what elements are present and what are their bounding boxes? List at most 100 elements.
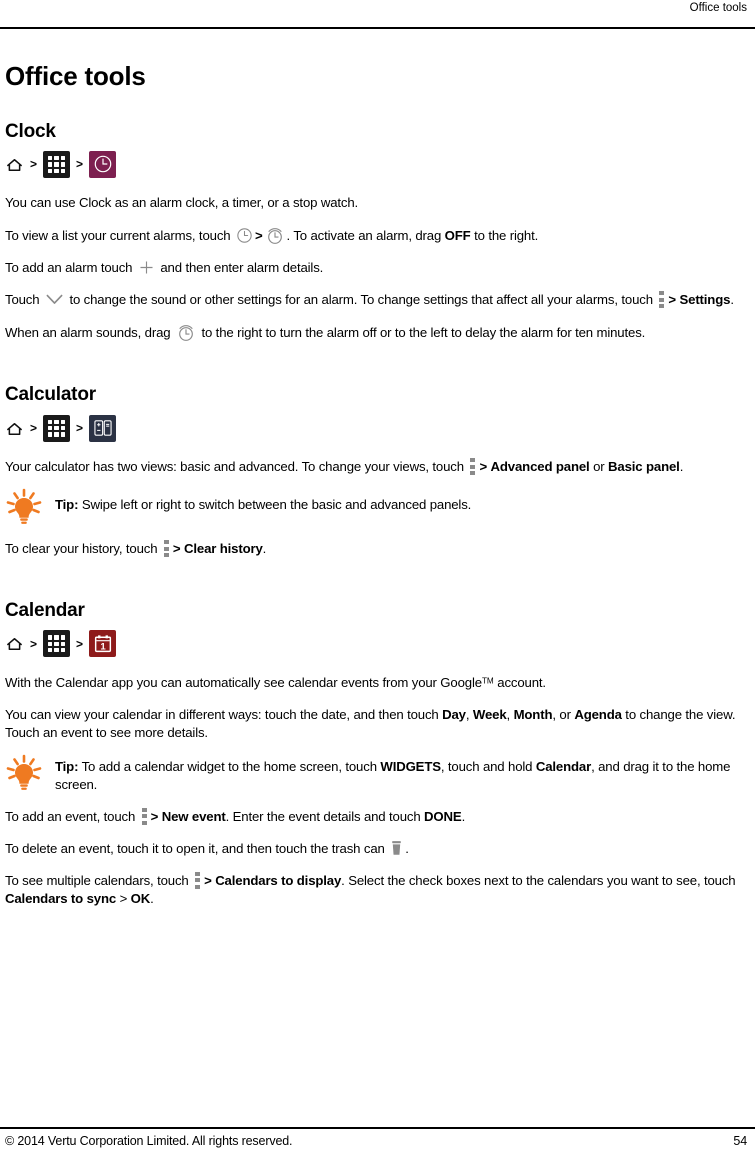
calculator-paragraph-2: To clear your history, touch > Clear his… xyxy=(5,540,750,558)
section-title-clock: Clock xyxy=(5,120,56,142)
cal-p5-bold-calendars-to-display: Calendars to display xyxy=(215,872,342,888)
section-title-calendar: Calendar xyxy=(5,600,85,622)
apps-grid-dots xyxy=(48,419,66,437)
overflow-menu-icon xyxy=(470,458,476,476)
cal-p5-text-a: To see multiple calendars, touch xyxy=(5,872,193,888)
cal-p5-text-b: . Select the check boxes next to the cal… xyxy=(341,872,736,888)
cal-p3-bold-new-event: New event xyxy=(161,808,226,824)
cal-p5-separator-2: > xyxy=(116,890,131,906)
calc-p1-text-mid: or xyxy=(589,459,609,475)
running-header: Office tools xyxy=(0,0,755,30)
page-footer: © 2014 Vertu Corporation Limited. All ri… xyxy=(5,1134,747,1148)
apps-grid-icon[interactable] xyxy=(43,414,71,442)
overflow-menu-icon xyxy=(195,871,201,889)
calculator-paragraph-1: Your calculator has two views: basic and… xyxy=(5,458,750,476)
breadcrumb-separator: > xyxy=(30,157,38,172)
clock-app-icon[interactable] xyxy=(89,150,117,178)
calc-p2-bold-clear-history: Clear history xyxy=(184,541,263,557)
cal-p2-text-a: You can view your calendar in different … xyxy=(5,706,443,722)
breadcrumb-separator: > xyxy=(30,636,38,651)
section-title-calculator: Calculator xyxy=(5,384,96,406)
home-icon xyxy=(5,155,24,174)
apps-grid-icon[interactable] xyxy=(43,630,71,658)
cal-p4-text-a: To delete an event, touch it to open it,… xyxy=(5,840,389,856)
page-number: 54 xyxy=(733,1134,747,1148)
trademark-symbol: TM xyxy=(481,676,494,686)
calculator-app-icon[interactable] xyxy=(89,414,117,442)
breadcrumb-calendar: > > 1 xyxy=(5,630,750,658)
clock-p3-text-b: and then enter alarm details. xyxy=(156,260,324,276)
breadcrumb-separator: > xyxy=(76,421,84,436)
clock-p2-text-b: . To activate an alarm, drag xyxy=(286,228,445,244)
calc-p1-text-a: Your calculator has two views: basic and… xyxy=(5,459,468,475)
apps-grid-dots xyxy=(48,635,66,653)
clock-p4-separator: > xyxy=(668,292,676,308)
cal-p3-separator: > xyxy=(150,808,159,824)
cal-p3-text-b: . Enter the event details and touch xyxy=(225,808,425,824)
cal-p3-text-c: . xyxy=(461,808,466,824)
footer-divider xyxy=(0,1127,755,1129)
cal-p2-bold-month: Month xyxy=(513,706,553,722)
page-title: Office tools xyxy=(5,61,146,91)
svg-text:1: 1 xyxy=(100,642,106,653)
clock-p5-text-a: When an alarm sounds, drag xyxy=(5,325,174,341)
overflow-menu-icon xyxy=(163,540,169,558)
cal-p3-text-a: To add an event, touch xyxy=(5,808,139,824)
calc-p2-text-a: To clear your history, touch xyxy=(5,541,161,557)
overflow-menu-icon xyxy=(141,807,147,825)
cal-tip-bold-widgets: WIDGETS xyxy=(380,758,441,774)
clock-p4-bold-settings: Settings xyxy=(679,292,731,308)
tip-text-calculator: Tip: Swipe left or right to switch betwe… xyxy=(55,490,471,514)
overflow-menu-icon xyxy=(659,291,665,309)
clock-p3-text-a: To add an alarm touch xyxy=(5,260,136,276)
cal-p2-bold-day: Day xyxy=(442,706,466,722)
tip-callout-calculator: Tip: Swipe left or right to switch betwe… xyxy=(5,488,750,526)
calc-p1-bold-advanced-panel: Advanced panel xyxy=(490,459,590,475)
calc-p2-separator: > xyxy=(172,541,181,557)
document-page: Office tools Office tools Clock > > You … xyxy=(0,0,755,1162)
breadcrumb-separator: > xyxy=(76,157,84,172)
breadcrumb-clock: > > xyxy=(5,150,750,178)
clock-p5-text-b: to the right to turn the alarm off or to… xyxy=(197,325,646,341)
cal-p5-bold-ok: OK xyxy=(130,890,151,906)
calendar-paragraph-3: To add an event, touch > New event. Ente… xyxy=(5,807,750,826)
header-divider xyxy=(0,27,755,29)
cal-p1-text-a: With the Calendar app you can automatica… xyxy=(5,674,482,690)
cal-p2-bold-week: Week xyxy=(472,706,507,722)
lightbulb-icon xyxy=(5,754,45,792)
cal-p4-text-b: . xyxy=(405,840,409,856)
running-header-title: Office tools xyxy=(689,2,747,14)
cal-p5-bold-calendars-to-sync: Calendars to sync xyxy=(5,890,117,906)
calendar-app-icon[interactable]: 1 xyxy=(89,630,117,658)
cal-p2-sep-3: , or xyxy=(552,706,575,722)
clock-p2-text-a: To view a list your current alarms, touc… xyxy=(5,228,234,244)
chevron-down-icon xyxy=(45,293,64,306)
clock-paragraph-3: To add an alarm touch and then enter ala… xyxy=(5,259,750,277)
plus-icon xyxy=(138,259,155,276)
cal-p5-text-c: . xyxy=(150,890,154,906)
clock-paragraph-5: When an alarm sounds, drag to the right … xyxy=(5,323,750,342)
tip-body: Swipe left or right to switch between th… xyxy=(78,497,472,513)
cal-p3-bold-done: DONE xyxy=(424,808,462,824)
cal-tip-text-mid: , touch and hold xyxy=(440,758,536,774)
clock-paragraph-1: You can use Clock as an alarm clock, a t… xyxy=(5,195,359,211)
page-content: Office tools Clock > > You can use Clock… xyxy=(5,62,750,921)
breadcrumb-calculator: > > xyxy=(5,414,750,442)
cal-p2-sep-2: , xyxy=(506,706,514,722)
clock-paragraph-2: To view a list your current alarms, touc… xyxy=(5,226,750,245)
clock-p4-text-a: Touch xyxy=(5,292,43,308)
lightbulb-icon xyxy=(5,488,45,526)
apps-grid-icon[interactable] xyxy=(43,150,71,178)
calendar-paragraph-1: With the Calendar app you can automatica… xyxy=(5,674,750,692)
apps-grid-dots xyxy=(48,155,66,173)
cal-p2-sep-1: , xyxy=(465,706,473,722)
cal-tip-bold-calendar: Calendar xyxy=(535,758,592,774)
breadcrumb-separator: > xyxy=(30,421,38,436)
calc-p1-separator: > xyxy=(479,459,488,475)
clock-paragraph-4: Touch to change the sound or other setti… xyxy=(5,291,750,309)
calendar-paragraph-4: To delete an event, touch it to open it,… xyxy=(5,840,750,858)
clock-icon xyxy=(236,227,253,244)
home-icon xyxy=(5,419,24,438)
clock-p4-text-b: to change the sound or other settings fo… xyxy=(65,292,657,308)
calendar-paragraph-2: You can view your calendar in different … xyxy=(5,706,750,742)
